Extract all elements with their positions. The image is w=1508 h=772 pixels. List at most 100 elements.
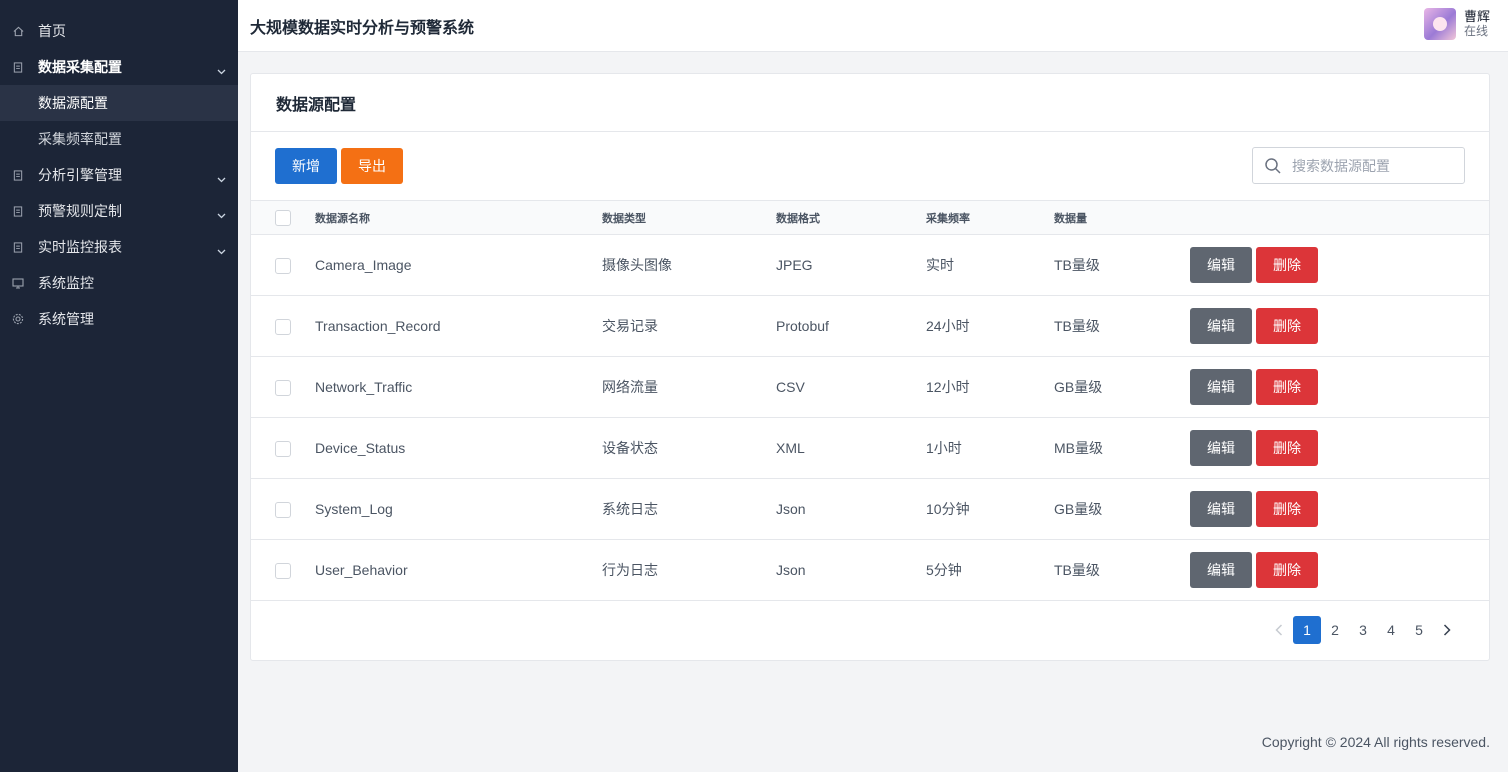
sidebar-item-data-collection[interactable]: 数据采集配置 [0,49,238,85]
page-button-2[interactable]: 2 [1321,616,1349,644]
edit-button[interactable]: 编辑 [1190,247,1252,283]
cell-volume: GB量级 [1054,379,1103,395]
add-button[interactable]: 新增 [275,148,337,184]
cell-frequency: 5分钟 [926,562,962,578]
page-button-5[interactable]: 5 [1405,616,1433,644]
cell-frequency: 12小时 [926,379,970,395]
user-name: 曹辉 [1463,9,1490,24]
cell-format: Json [776,562,806,578]
row-checkbox[interactable] [275,257,291,274]
cell-name: System_Log [315,501,393,517]
edit-button[interactable]: 编辑 [1190,369,1252,405]
row-checkbox[interactable] [275,562,291,579]
gear-icon [12,313,24,325]
cell-format: Json [776,501,806,517]
row-checkbox[interactable] [275,440,291,457]
sidebar: 首页 数据采集配置 数据源配置 采集频率配置 分析引擎管理 预警规则定制 实时监… [0,0,238,772]
sidebar-item-system-monitor[interactable]: 系统监控 [0,265,238,301]
table-row: Network_Traffic 网络流量 CSV 12小时 GB量级 编辑 删除 [251,357,1489,418]
cell-name: User_Behavior [315,562,408,578]
sidebar-item-label: 系统监控 [38,275,94,291]
column-header: 数据格式 [776,212,820,225]
cell-format: XML [776,440,805,456]
cell-volume: TB量级 [1054,318,1100,334]
sidebar-item-system-management[interactable]: 系统管理 [0,301,238,337]
chevron-right-icon [1443,624,1451,636]
delete-button[interactable]: 删除 [1256,308,1318,344]
sidebar-item-label: 数据采集配置 [38,59,122,75]
edit-button[interactable]: 编辑 [1190,491,1252,527]
cell-volume: GB量级 [1054,501,1103,517]
top-header: 大规模数据实时分析与预警系统 曹辉 在线 [238,0,1508,52]
cell-format: JPEG [776,257,813,273]
doc-icon [12,61,24,73]
search-icon [1265,157,1281,174]
edit-button[interactable]: 编辑 [1190,552,1252,588]
page-button-3[interactable]: 3 [1349,616,1377,644]
chevron-down-icon [217,206,226,222]
sidebar-item-label: 分析引擎管理 [38,167,122,183]
export-button[interactable]: 导出 [341,148,403,184]
search-input[interactable] [1292,157,1452,174]
cell-volume: TB量级 [1054,257,1100,273]
user-menu[interactable]: 曹辉 在线 [1423,8,1490,40]
table-row: User_Behavior 行为日志 Json 5分钟 TB量级 编辑 删除 [251,540,1489,601]
cell-frequency: 10分钟 [926,501,970,517]
cell-name: Network_Traffic [315,379,413,395]
page-button-1[interactable]: 1 [1293,616,1321,644]
avatar[interactable] [1423,8,1456,40]
data-source-card: 数据源配置 新增 导出 数据源名称 数据类型 数据格式 采集频率 数据量 [250,73,1490,661]
sidebar-item-label: 首页 [38,23,66,39]
sidebar-item-alert-rules[interactable]: 预警规则定制 [0,193,238,229]
delete-button[interactable]: 删除 [1256,247,1318,283]
column-header: 采集频率 [926,212,970,225]
sidebar-item-label: 预警规则定制 [38,203,122,219]
cell-type: 系统日志 [602,501,658,517]
home-icon [12,25,24,37]
sidebar-subitem-collection-frequency[interactable]: 采集频率配置 [0,121,238,157]
pagination: 1 2 3 4 5 [1265,616,1461,644]
delete-button[interactable]: 删除 [1256,369,1318,405]
toolbar: 新增 导出 [251,132,1489,200]
chevron-left-icon [1275,624,1283,636]
select-all-checkbox[interactable] [275,209,291,226]
search-box[interactable] [1252,147,1465,184]
page-title: 数据源配置 [251,74,1489,132]
doc-icon [12,205,24,217]
cell-name: Camera_Image [315,257,412,273]
edit-button[interactable]: 编辑 [1190,430,1252,466]
sidebar-item-analysis-engine[interactable]: 分析引擎管理 [0,157,238,193]
cell-volume: MB量级 [1054,440,1103,456]
row-checkbox[interactable] [275,379,291,396]
edit-button[interactable]: 编辑 [1190,308,1252,344]
copyright-footer: Copyright © 2024 All rights reserved. [1261,734,1490,750]
delete-button[interactable]: 删除 [1256,552,1318,588]
page-button-4[interactable]: 4 [1377,616,1405,644]
table-header-row: 数据源名称 数据类型 数据格式 采集频率 数据量 [251,200,1489,235]
table-row: Camera_Image 摄像头图像 JPEG 实时 TB量级 编辑 删除 [251,235,1489,296]
sidebar-item-realtime-reports[interactable]: 实时监控报表 [0,229,238,265]
app-title: 大规模数据实时分析与预警系统 [250,19,475,37]
table-row: Device_Status 设备状态 XML 1小时 MB量级 编辑 删除 [251,418,1489,479]
sidebar-item-home[interactable]: 首页 [0,13,238,49]
chevron-down-icon [217,62,226,78]
delete-button[interactable]: 删除 [1256,430,1318,466]
cell-type: 摄像头图像 [602,257,672,273]
chevron-down-icon [217,242,226,258]
cell-name: Device_Status [315,440,406,456]
cell-type: 网络流量 [602,379,658,395]
delete-button[interactable]: 删除 [1256,491,1318,527]
prev-page-button[interactable] [1265,616,1293,644]
row-checkbox[interactable] [275,501,291,518]
column-header: 数据源名称 [315,212,370,225]
cell-name: Transaction_Record [315,318,441,334]
table-row: Transaction_Record 交易记录 Protobuf 24小时 TB… [251,296,1489,357]
sidebar-subitem-data-source[interactable]: 数据源配置 [0,85,238,121]
sidebar-item-label: 实时监控报表 [38,239,122,255]
cell-type: 交易记录 [602,318,658,334]
sidebar-item-label: 系统管理 [38,311,94,327]
next-page-button[interactable] [1433,616,1461,644]
cell-frequency: 24小时 [926,318,970,334]
cell-frequency: 实时 [926,257,954,273]
row-checkbox[interactable] [275,318,291,335]
